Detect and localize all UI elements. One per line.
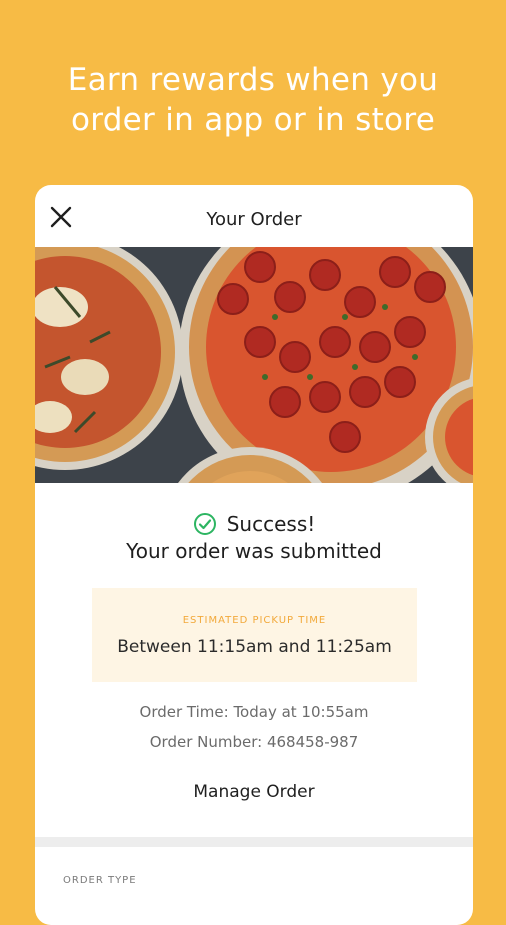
promo-headline: Earn rewards when you order in app or in… [0, 60, 506, 140]
promo-headline-line-1: Earn rewards when you [67, 62, 439, 98]
success-row: Success! [35, 512, 473, 536]
pickup-time-box: ESTIMATED PICKUP TIME Between 11:15am an… [92, 588, 417, 682]
section-divider [35, 837, 473, 847]
page-title: Your Order [206, 209, 302, 230]
order-card: Your Order Success! Your order was submi… [35, 185, 473, 925]
order-type-label: ORDER TYPE [63, 875, 137, 886]
order-number: Order Number: 468458-987 [149, 733, 359, 751]
order-time: Order Time: Today at 10:55am [139, 703, 369, 721]
manage-order-button[interactable]: Manage Order [35, 782, 473, 802]
order-submitted-message: Your order was submitted [126, 539, 382, 563]
success-text: Success! [226, 512, 316, 536]
card-header: Your Order [35, 185, 473, 247]
check-circle-icon [193, 513, 216, 535]
pickup-time-label: ESTIMATED PICKUP TIME [182, 615, 327, 626]
promo-headline-line-2: order in app or in store [70, 102, 436, 138]
pickup-time-value: Between 11:15am and 11:25am [117, 637, 392, 657]
pizza-hero-image [35, 247, 473, 483]
